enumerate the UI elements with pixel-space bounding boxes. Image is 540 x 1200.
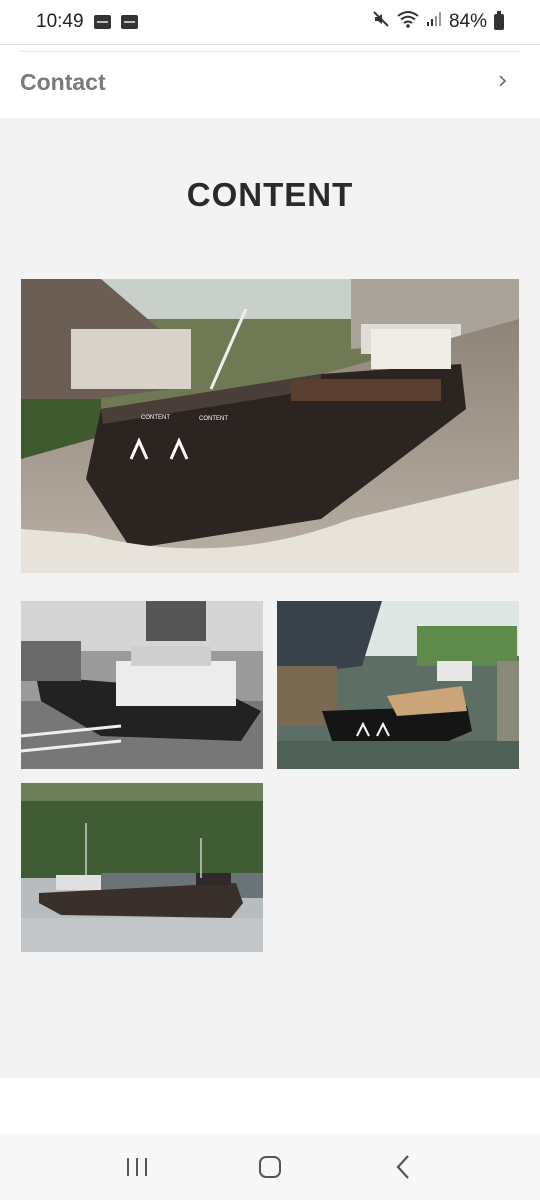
barge-content-canal-photo[interactable]: CONTENT CONTENT xyxy=(21,279,519,573)
battery-percent: 84% xyxy=(448,11,487,32)
barge-lock-photo[interactable] xyxy=(277,601,519,769)
svg-text:CONTENT: CONTENT xyxy=(199,416,228,422)
main-content: CONTENT CONTENT CONTENT xyxy=(0,118,540,1078)
notification-icon xyxy=(93,15,111,29)
recent-apps-icon xyxy=(126,1158,147,1176)
barge-river-photo[interactable] xyxy=(21,783,263,952)
barge-bw-photo[interactable] xyxy=(21,601,263,769)
home-icon xyxy=(258,1156,281,1178)
back-button[interactable] xyxy=(373,1142,433,1192)
notification-icon xyxy=(120,15,138,29)
clock: 10:49 xyxy=(36,11,84,32)
mute-icon xyxy=(372,10,390,34)
contact-menu-row[interactable]: Contact xyxy=(0,44,540,118)
signal-icon xyxy=(426,11,442,33)
page-title: CONTENT xyxy=(186,176,354,213)
system-navigation-bar xyxy=(0,1134,540,1200)
status-bar: 10:49 84% xyxy=(0,0,540,44)
back-icon xyxy=(396,1155,410,1179)
wifi-icon xyxy=(397,10,419,34)
recent-apps-button[interactable] xyxy=(107,1142,167,1192)
chevron-right-icon xyxy=(498,71,508,94)
battery-icon xyxy=(494,11,504,30)
contact-link[interactable]: Contact xyxy=(20,69,106,96)
home-button[interactable] xyxy=(240,1142,300,1192)
svg-text:CONTENT: CONTENT xyxy=(141,415,170,421)
footer-area xyxy=(0,1078,540,1134)
